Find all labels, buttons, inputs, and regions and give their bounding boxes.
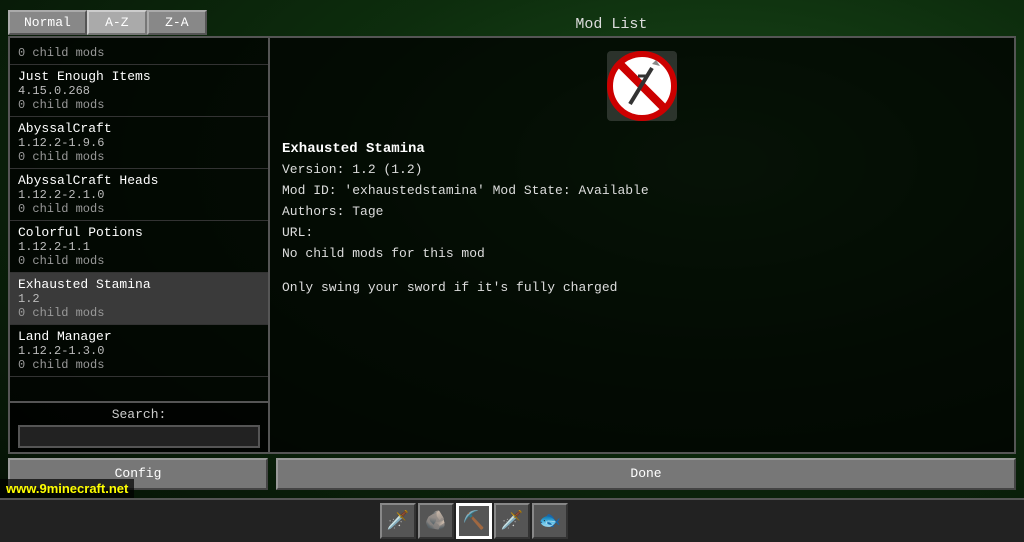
hotbar-slot-2: ⛏️	[456, 503, 492, 539]
mod-panel: Normal A-Z Z-A Mod List 0 child mods Jus…	[8, 8, 1016, 490]
detail-authors: Authors: Tage	[282, 202, 1002, 223]
left-panel: 0 child mods Just Enough Items 4.15.0.26…	[10, 38, 270, 452]
hotbar-slot-3: 🗡️	[494, 503, 530, 539]
list-item[interactable]: AbyssalCraft Heads 1.12.2-2.1.0 0 child …	[10, 169, 268, 221]
detail-version: Version: 1.2 (1.2)	[282, 160, 1002, 181]
mod-icon	[602, 46, 682, 126]
hotbar-slot-4: 🐟	[532, 503, 568, 539]
hotbar-slot-0: 🗡️	[380, 503, 416, 539]
hotbar-slot-1: 🪨	[418, 503, 454, 539]
search-input[interactable]	[18, 425, 260, 448]
list-item[interactable]: Colorful Potions 1.12.2-1.1 0 child mods	[10, 221, 268, 273]
search-label: Search:	[18, 407, 260, 422]
right-panel: Exhausted Stamina Version: 1.2 (1.2) Mod…	[270, 38, 1014, 452]
detail-url: URL:	[282, 223, 1002, 244]
sort-normal-button[interactable]: Normal	[8, 10, 87, 35]
detail-children: No child mods for this mod	[282, 244, 1002, 265]
mod-description: Only swing your sword if it's fully char…	[282, 280, 1002, 295]
list-item[interactable]: Land Manager 1.12.2-1.3.0 0 child mods	[10, 325, 268, 377]
panel-title: Mod List	[207, 12, 1016, 33]
sort-row: Normal A-Z Z-A Mod List	[8, 8, 1016, 36]
sort-az-button[interactable]: A-Z	[87, 10, 147, 35]
content-area: 0 child mods Just Enough Items 4.15.0.26…	[8, 36, 1016, 454]
sort-za-button[interactable]: Z-A	[147, 10, 207, 35]
detail-mod-name: Exhausted Stamina	[282, 138, 1002, 160]
bottom-buttons: Config Done	[8, 458, 1016, 490]
mod-icon-area	[282, 46, 1002, 126]
done-button[interactable]: Done	[276, 458, 1016, 490]
list-item-selected[interactable]: Exhausted Stamina 1.2 0 child mods	[10, 273, 268, 325]
list-item[interactable]: AbyssalCraft 1.12.2-1.9.6 0 child mods	[10, 117, 268, 169]
watermark: www.9minecraft.net	[0, 479, 134, 498]
list-item[interactable]: 0 child mods	[10, 42, 268, 65]
mod-list[interactable]: 0 child mods Just Enough Items 4.15.0.26…	[10, 38, 268, 401]
list-item[interactable]: Just Enough Items 4.15.0.268 0 child mod…	[10, 65, 268, 117]
detail-mod-id: Mod ID: 'exhaustedstamina' Mod State: Av…	[282, 181, 1002, 202]
search-area: Search:	[10, 401, 268, 452]
mod-detail-text: Exhausted Stamina Version: 1.2 (1.2) Mod…	[282, 138, 1002, 264]
hotbar: 🗡️ 🪨 ⛏️ 🗡️ 🐟	[0, 498, 1024, 542]
